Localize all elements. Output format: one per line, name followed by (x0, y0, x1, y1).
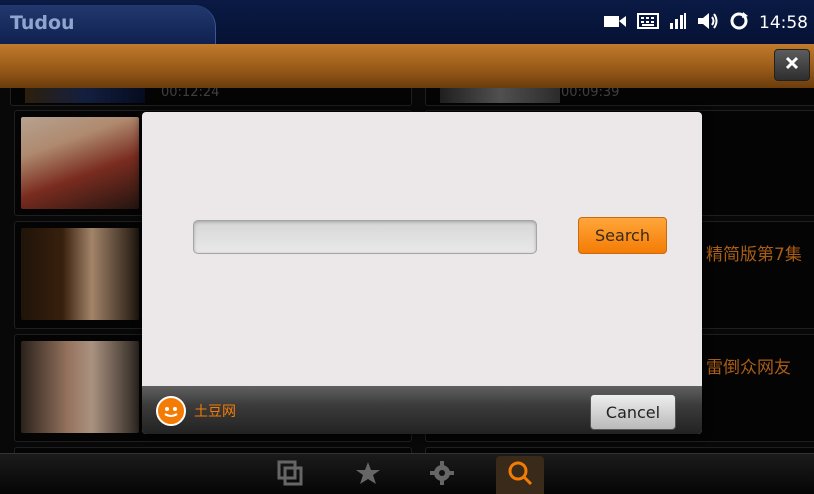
sync-icon (729, 11, 749, 35)
signal-icon (669, 12, 687, 34)
windows-button[interactable] (266, 456, 314, 494)
app-tab: Tudou (0, 5, 216, 44)
cancel-button[interactable]: Cancel (590, 394, 676, 430)
gear-icon (429, 460, 455, 490)
search-nav-button[interactable] (496, 456, 544, 494)
keyboard-icon (637, 12, 659, 34)
clock: 14:58 (759, 13, 808, 33)
close-icon (784, 55, 800, 75)
tudou-logo-icon (156, 396, 186, 426)
dialog-footer: 土豆网 Cancel (142, 386, 702, 434)
settings-button[interactable] (418, 456, 466, 494)
close-button[interactable] (774, 49, 810, 81)
search-input[interactable] (193, 220, 537, 254)
volume-icon (697, 12, 719, 34)
brand-label: 土豆网 (194, 404, 236, 420)
search-dialog: Search 土豆网 Cancel (142, 112, 702, 434)
star-icon (355, 460, 381, 490)
bottom-nav (0, 453, 814, 494)
search-button[interactable]: Search (578, 217, 667, 254)
title-bar (0, 44, 814, 88)
status-icons: 14:58 (603, 11, 808, 35)
camera-icon (603, 13, 627, 33)
search-icon (506, 459, 534, 491)
favorites-button[interactable] (344, 456, 392, 494)
windows-icon (277, 460, 303, 490)
app-title: Tudou (10, 12, 75, 34)
status-bar: Tudou 14:58 (0, 0, 814, 44)
